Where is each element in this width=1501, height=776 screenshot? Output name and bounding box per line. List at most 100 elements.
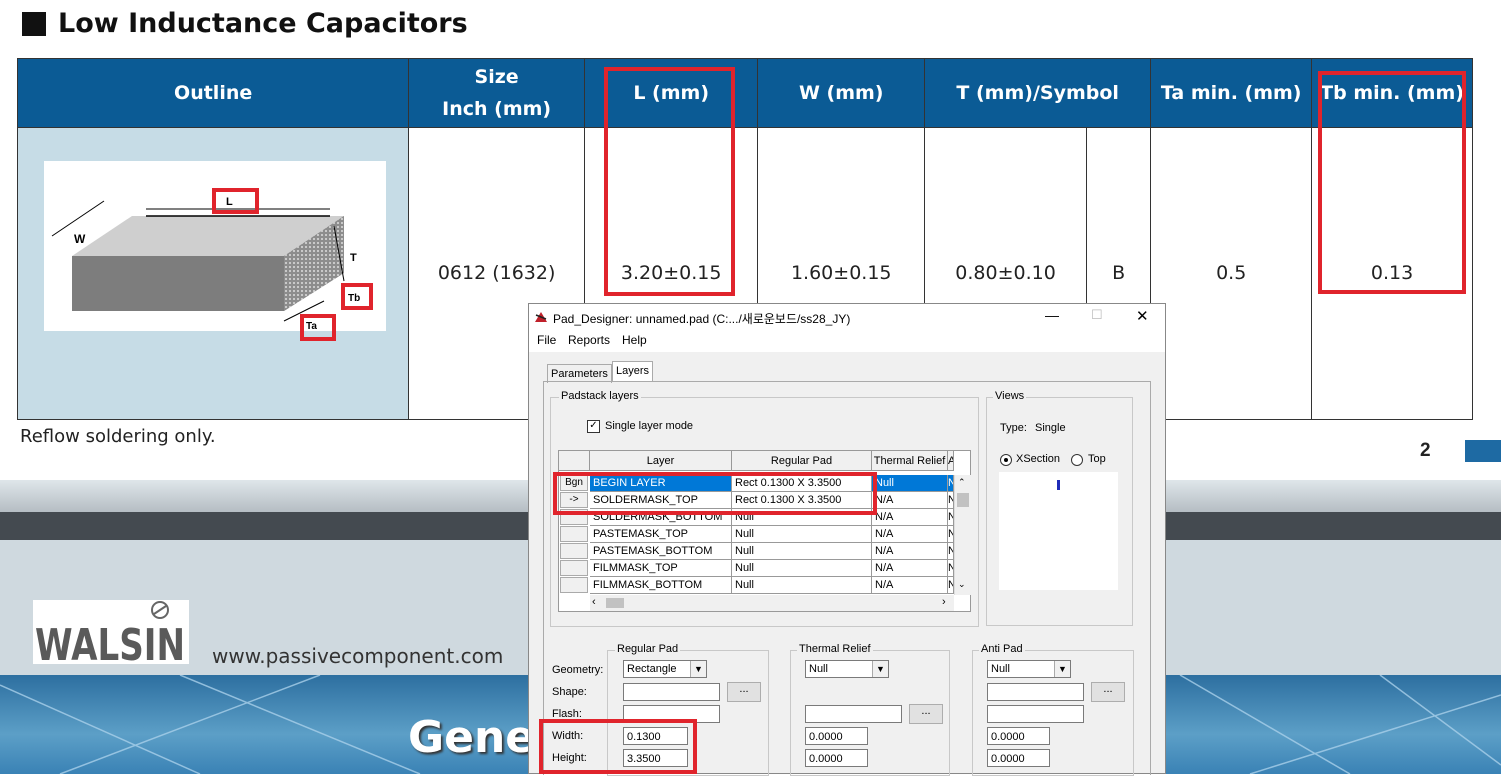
title-square-icon xyxy=(22,11,46,36)
menu-reports[interactable]: Reports xyxy=(568,333,610,347)
anti-geometry-value: Null xyxy=(991,663,1010,675)
anti-shape-field[interactable] xyxy=(987,683,1084,701)
thermal-geometry-select[interactable]: Null ▼ xyxy=(805,660,889,678)
layer-thermal: Null xyxy=(872,475,948,492)
header-ta: Ta min. (mm) xyxy=(1150,58,1313,128)
column-thermal-relief[interactable]: Thermal Relief xyxy=(872,451,948,471)
layer-regular-pad: Null xyxy=(732,577,872,594)
page-number: 2 xyxy=(1420,440,1431,461)
anti-geometry-select[interactable]: Null ▼ xyxy=(987,660,1071,678)
column-anti-pad[interactable]: A xyxy=(948,451,954,471)
window-title: Pad_Designer: unnamed.pad (C:.../새로운보드/s… xyxy=(553,312,851,326)
logo-text: WALSIN xyxy=(35,620,185,664)
hscroll-thumb[interactable] xyxy=(606,598,624,608)
regular-pad-label: Regular Pad xyxy=(615,643,681,655)
anti-pad-label: Anti Pad xyxy=(979,643,1025,655)
chevron-down-icon[interactable]: ▼ xyxy=(1054,661,1070,677)
header-outline: Outline xyxy=(16,58,410,128)
horizontal-scrollbar[interactable]: ‹ › xyxy=(590,595,954,611)
scroll-right-icon[interactable]: › xyxy=(942,596,946,608)
vertical-scrollbar[interactable]: ⌃ ⌄ xyxy=(954,475,971,595)
thermal-height-field[interactable]: 0.0000 xyxy=(805,749,868,767)
spec-header-row: Outline Size Inch (mm) L (mm) W (mm) T (… xyxy=(16,58,1473,128)
layer-regular-pad: Null xyxy=(732,543,872,560)
layer-row-pastemask-bottom[interactable]: PASTEMASK_BOTTOM Null N/A N xyxy=(559,543,954,560)
layer-name: FILMMASK_TOP xyxy=(590,560,732,577)
capacitor-outline-drawing: L W T Tb Ta xyxy=(44,161,386,332)
layer-thermal: N/A xyxy=(872,577,948,594)
row-button[interactable] xyxy=(560,543,588,559)
xsection-radio[interactable] xyxy=(1000,454,1012,466)
regular-geometry-select[interactable]: Rectangle ▼ xyxy=(623,660,707,678)
single-layer-checkbox[interactable]: ✓ xyxy=(587,420,600,433)
layer-row-filmmask-bottom[interactable]: FILMMASK_BOTTOM Null N/A N xyxy=(559,577,954,594)
layer-regular-pad: Null xyxy=(732,560,872,577)
maximize-button[interactable]: ☐ xyxy=(1091,307,1103,323)
highlight-width-height xyxy=(539,719,697,774)
layer-thermal: N/A xyxy=(872,543,948,560)
anti-height-field[interactable]: 0.0000 xyxy=(987,749,1050,767)
row-button[interactable] xyxy=(560,526,588,542)
thermal-width-field[interactable]: 0.0000 xyxy=(805,727,868,745)
anti-flash-field[interactable] xyxy=(987,705,1084,723)
chevron-down-icon[interactable]: ▼ xyxy=(690,661,706,677)
shape-label: Shape: xyxy=(552,686,587,698)
single-layer-label: Single layer mode xyxy=(605,420,694,432)
minimize-button[interactable]: — xyxy=(1045,307,1059,323)
document-title: Low Inductance Capacitors xyxy=(22,8,468,39)
regular-shape-browse-button[interactable]: ... xyxy=(727,682,761,702)
layer-name: PASTEMASK_TOP xyxy=(590,526,732,543)
xsection-label: XSection xyxy=(1016,453,1061,465)
header-w: W (mm) xyxy=(757,58,926,128)
column-regular-pad[interactable]: Regular Pad xyxy=(732,451,872,471)
row-button[interactable] xyxy=(560,560,588,576)
highlight-drawing-l xyxy=(212,188,259,214)
footer-heading: Gene xyxy=(408,712,536,763)
geometry-label: Geometry: xyxy=(552,664,604,676)
drawing-label-t: T xyxy=(350,252,357,264)
regular-geometry-value: Rectangle xyxy=(627,663,677,675)
tab-layers[interactable]: Layers xyxy=(612,361,654,382)
layer-thermal: N/A xyxy=(872,492,948,509)
scroll-left-icon[interactable]: ‹ xyxy=(592,596,596,608)
thermal-relief-label: Thermal Relief xyxy=(797,643,873,655)
menu-bar: File Reports Help xyxy=(529,330,1165,352)
highlight-layer-rows xyxy=(553,472,877,515)
top-label: Top xyxy=(1088,453,1106,465)
menu-help[interactable]: Help xyxy=(622,333,647,347)
views-type-value: Single xyxy=(1035,422,1066,434)
scroll-thumb[interactable] xyxy=(957,493,969,507)
highlight-tb-column xyxy=(1318,71,1466,294)
layer-regular-pad: Null xyxy=(732,526,872,543)
drawing-label-w: W xyxy=(74,232,86,246)
header-size: Size Inch (mm) xyxy=(408,58,585,128)
menu-file[interactable]: File xyxy=(537,333,556,347)
window-titlebar[interactable]: Pad_Designer: unnamed.pad (C:.../새로운보드/s… xyxy=(529,304,1165,330)
views-type-label: Type: xyxy=(1000,422,1027,434)
grid-corner xyxy=(559,451,590,471)
cell-ta: 0.5 xyxy=(1150,127,1313,420)
regular-shape-field[interactable] xyxy=(623,683,720,701)
thermal-flash-field[interactable] xyxy=(805,705,902,723)
website-link[interactable]: www.passivecomponent.com xyxy=(212,644,503,668)
anti-shape-browse-button[interactable]: ... xyxy=(1091,682,1125,702)
scroll-up-icon[interactable]: ⌃ xyxy=(958,477,966,488)
chevron-down-icon[interactable]: ▼ xyxy=(872,661,888,677)
document-title-text: Low Inductance Capacitors xyxy=(58,8,468,39)
column-layer[interactable]: Layer xyxy=(590,451,732,471)
layer-name: PASTEMASK_BOTTOM xyxy=(590,543,732,560)
thermal-flash-browse-button[interactable]: ... xyxy=(909,704,943,724)
layer-thermal: N/A xyxy=(872,560,948,577)
layer-thermal: N/A xyxy=(872,526,948,543)
scroll-down-icon[interactable]: ⌄ xyxy=(958,579,966,590)
header-t: T (mm)/Symbol xyxy=(924,58,1152,128)
layer-thermal: N/A xyxy=(872,509,948,526)
close-button[interactable]: ✕ xyxy=(1136,307,1149,325)
row-button[interactable] xyxy=(560,577,588,593)
pad-designer-app-icon xyxy=(535,312,547,322)
highlight-drawing-ta xyxy=(300,314,336,341)
layer-row-pastemask-top[interactable]: PASTEMASK_TOP Null N/A N xyxy=(559,526,954,543)
anti-width-field[interactable]: 0.0000 xyxy=(987,727,1050,745)
layer-row-filmmask-top[interactable]: FILMMASK_TOP Null N/A N xyxy=(559,560,954,577)
top-radio[interactable] xyxy=(1071,454,1083,466)
